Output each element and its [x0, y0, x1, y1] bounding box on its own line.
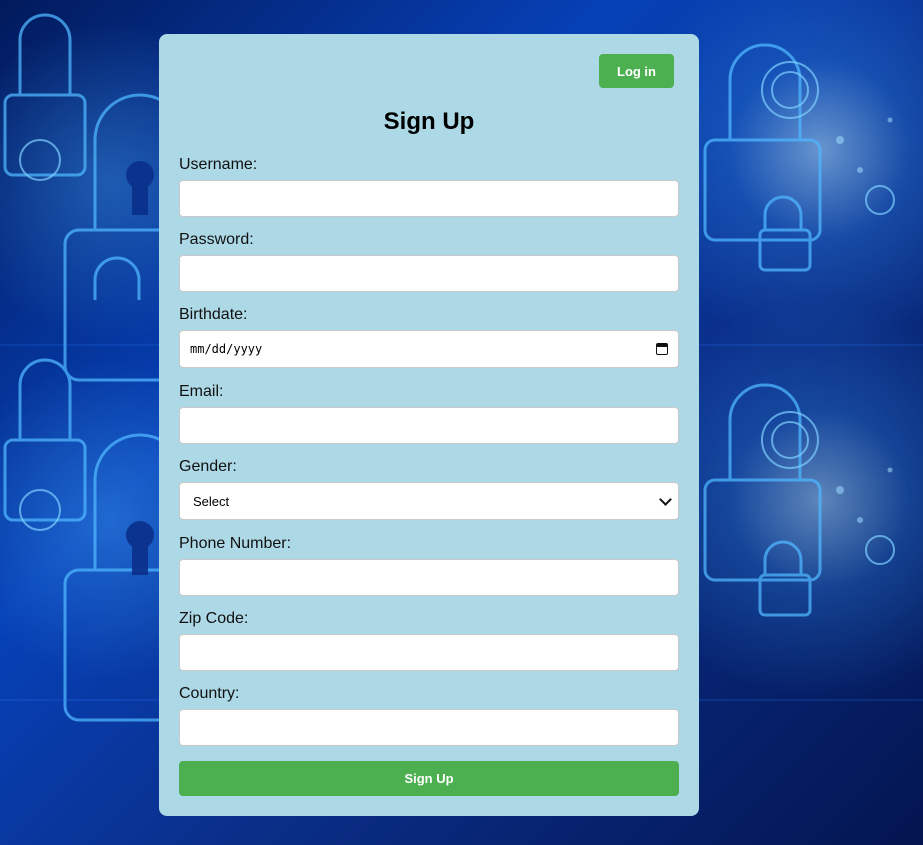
- birthdate-placeholder: mm/dd/yyyy: [190, 342, 263, 356]
- birthdate-label: Birthdate:: [179, 306, 248, 323]
- login-button[interactable]: Log in: [599, 54, 674, 88]
- zip-label: Zip Code:: [179, 610, 249, 627]
- calendar-icon[interactable]: [656, 343, 668, 355]
- email-field[interactable]: [179, 407, 679, 444]
- country-field[interactable]: [179, 709, 679, 746]
- email-label: Email:: [179, 383, 224, 400]
- signup-card: Log in Sign Up Username: Password: Birth…: [159, 34, 699, 816]
- country-label: Country:: [179, 685, 240, 702]
- username-label: Username:: [179, 156, 258, 173]
- page-title: Sign Up: [383, 108, 475, 135]
- phone-label: Phone Number:: [179, 535, 292, 552]
- password-field[interactable]: [179, 255, 679, 292]
- username-field[interactable]: [179, 180, 679, 217]
- zip-field[interactable]: [179, 634, 679, 671]
- gender-label: Gender:: [179, 458, 237, 475]
- chevron-down-icon: [659, 492, 672, 506]
- gender-select[interactable]: Select: [179, 482, 679, 520]
- birthdate-field[interactable]: mm/dd/yyyy: [179, 330, 679, 368]
- gender-selected-value: Select: [193, 493, 230, 509]
- phone-field[interactable]: [179, 559, 679, 596]
- password-label: Password:: [179, 231, 254, 248]
- signup-button[interactable]: Sign Up: [179, 761, 679, 796]
